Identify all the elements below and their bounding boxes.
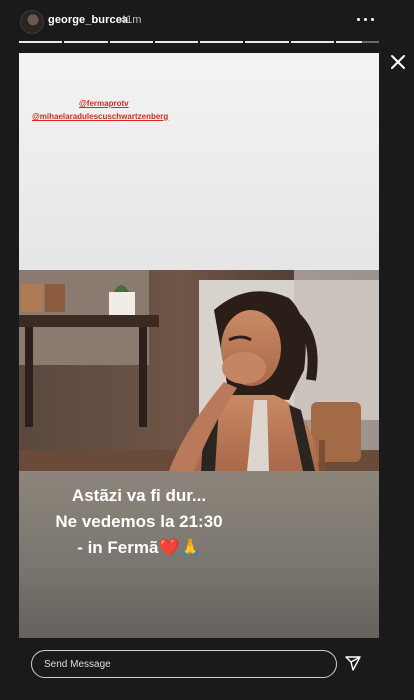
caption-line: - in Fermã❤️🙏	[77, 538, 201, 557]
caption-line: Astãzi va fi dur...	[71, 486, 207, 505]
mention-link[interactable]: @mihaelaradulescuschwartzenberg	[32, 112, 168, 121]
post-time: 41m	[120, 14, 142, 26]
progress-segment	[64, 41, 108, 43]
story-header: george_burcea 41m	[0, 0, 414, 48]
progress-segment-current	[335, 41, 379, 43]
avatar[interactable]	[20, 10, 44, 34]
progress-segment	[245, 41, 289, 43]
progress-segment	[290, 41, 334, 43]
progress-segment	[19, 41, 63, 43]
username[interactable]: george_burcea	[48, 14, 128, 26]
send-message-input[interactable]: Send Message	[31, 650, 337, 678]
caption-line: Ne vedemos la 21:30	[55, 512, 223, 531]
story-bottom-panel: Astãzi va fi dur... Ne vedemos la 21:30 …	[19, 471, 379, 638]
story-progress-bar	[19, 41, 379, 43]
story-caption: Astãzi va fi dur... Ne vedemos la 21:30 …	[19, 483, 259, 561]
send-icon[interactable]	[344, 654, 362, 672]
story-top-panel: @fermaprotv @mihaelaradulescuschwartzenb…	[19, 53, 379, 270]
progress-segment	[109, 41, 153, 43]
progress-segment	[200, 41, 244, 43]
mention-link[interactable]: @fermaprotv	[79, 99, 129, 108]
progress-segment	[154, 41, 198, 43]
story-media[interactable]: @fermaprotv @mihaelaradulescuschwartzenb…	[19, 53, 379, 638]
story-photo	[19, 270, 379, 471]
send-message-placeholder: Send Message	[44, 658, 111, 670]
more-options-icon[interactable]	[355, 9, 377, 29]
close-icon[interactable]	[387, 51, 409, 73]
